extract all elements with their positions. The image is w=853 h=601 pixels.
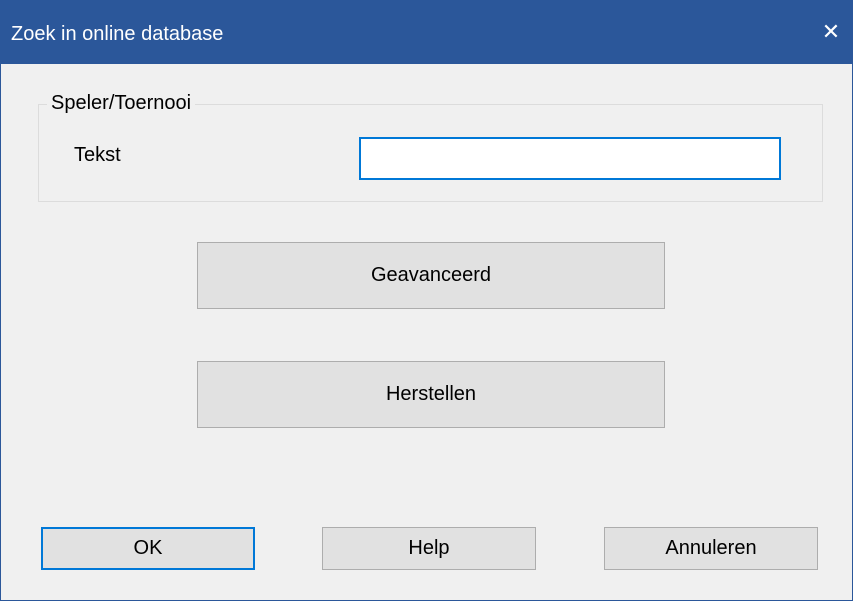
text-field-label: Tekst [74,144,121,166]
reset-button[interactable]: Herstellen [197,361,665,428]
help-button[interactable]: Help [322,527,536,570]
advanced-button[interactable]: Geavanceerd [197,242,665,309]
text-search-input[interactable] [359,137,781,180]
ok-button[interactable]: OK [41,527,255,570]
title-bar[interactable]: Zoek in online database ✕ [1,0,853,64]
search-online-database-dialog: Zoek in online database ✕ Speler/Toernoo… [0,0,853,601]
cancel-button[interactable]: Annuleren [604,527,818,570]
groupbox-legend: Speler/Toernooi [47,90,196,116]
window-title: Zoek in online database [11,23,224,45]
close-icon[interactable]: ✕ [808,14,853,50]
